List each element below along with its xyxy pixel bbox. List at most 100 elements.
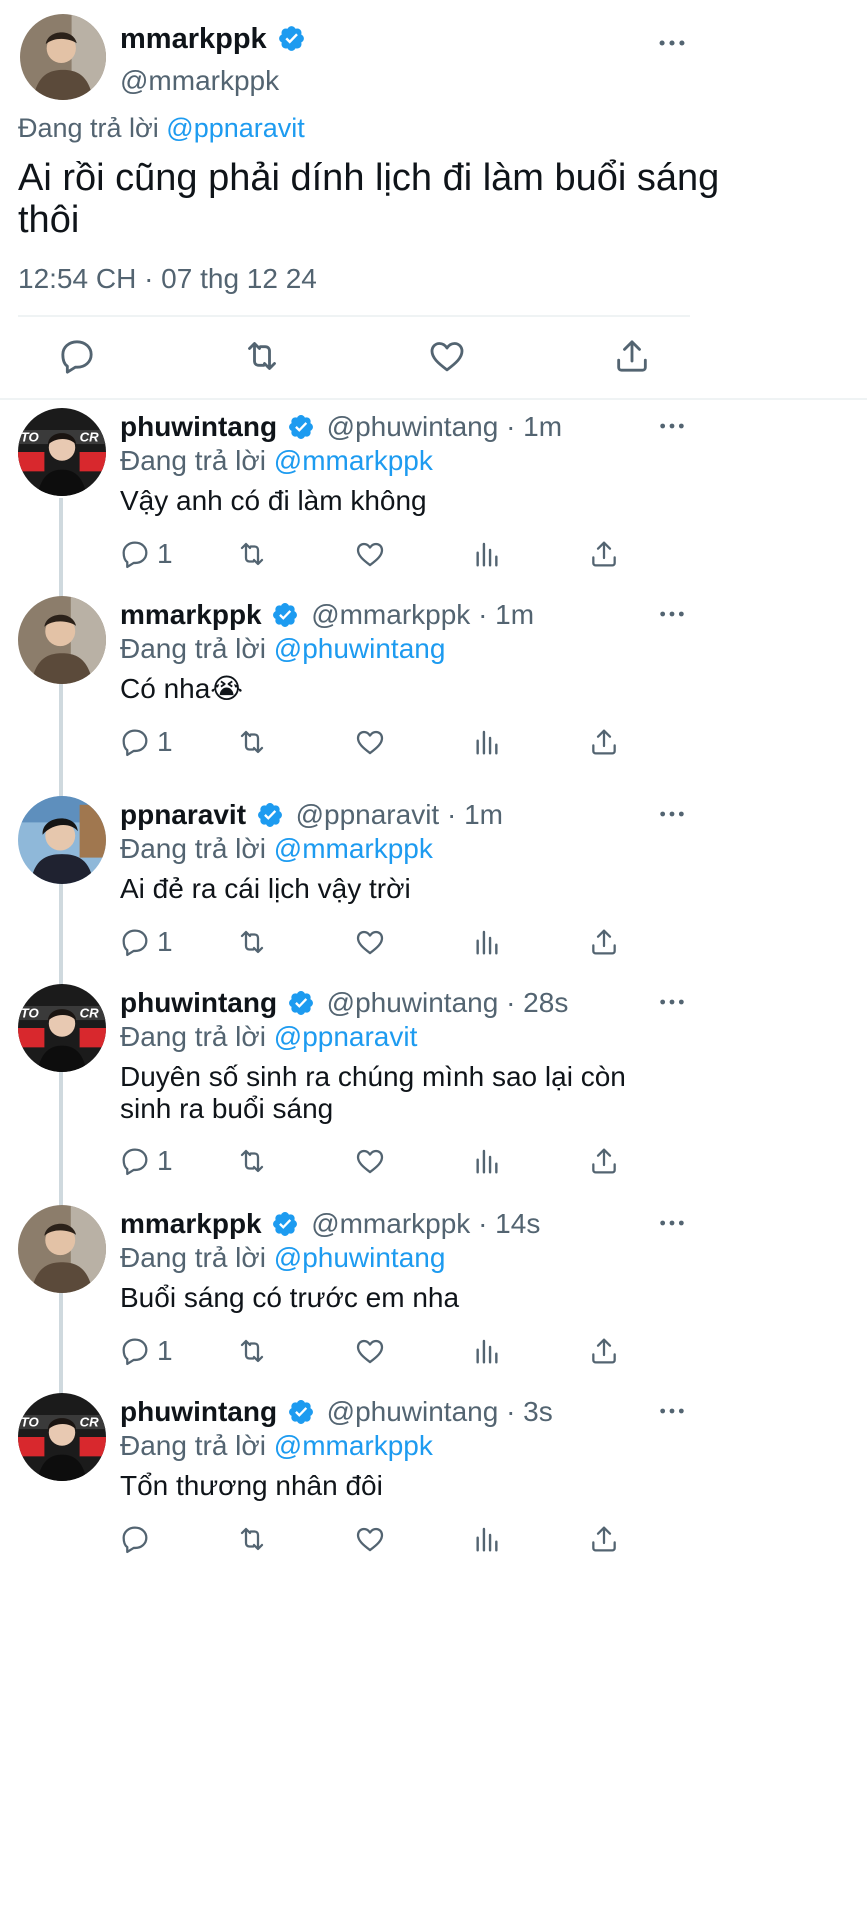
avatar[interactable] xyxy=(18,596,106,684)
reply-icon[interactable] xyxy=(119,726,151,758)
author-name[interactable]: mmarkppk xyxy=(120,22,306,56)
verified-badge-icon xyxy=(277,24,306,53)
replying-to: Đang trả lời @mmarkppk xyxy=(120,445,433,476)
more-options-icon[interactable] xyxy=(656,1395,688,1427)
reply-count: 1 xyxy=(157,926,173,957)
retweet-icon[interactable] xyxy=(236,926,268,958)
reply-count: 1 xyxy=(157,1145,173,1176)
reply-icon[interactable] xyxy=(119,926,151,958)
more-options-icon[interactable] xyxy=(655,26,689,60)
reply-action-bar: 1 xyxy=(0,1145,867,1181)
reply-icon[interactable] xyxy=(119,1523,151,1555)
verified-badge-icon xyxy=(287,413,315,441)
avatar[interactable] xyxy=(20,14,106,100)
author-name[interactable]: ppnaravit xyxy=(120,799,246,830)
reply-text: Vậy anh có đi làm không xyxy=(120,485,427,516)
like-icon[interactable] xyxy=(354,926,386,958)
retweet-icon[interactable] xyxy=(242,336,282,376)
handle-and-time[interactable]: @mmarkppk · 1m xyxy=(311,599,534,630)
more-options-icon[interactable] xyxy=(656,986,688,1018)
reply-to-link[interactable]: @phuwintang xyxy=(274,1242,446,1273)
share-icon[interactable] xyxy=(588,1145,620,1177)
reply-header: phuwintang @phuwintang · 28s xyxy=(120,986,568,1020)
tweet-text: Ai rồi cũng phải dính lịch đi làm buổi s… xyxy=(18,157,720,241)
share-icon[interactable] xyxy=(612,336,652,376)
reply-text: Có nha😭 xyxy=(120,673,244,704)
avatar[interactable] xyxy=(18,796,106,884)
avatar[interactable] xyxy=(18,1393,106,1481)
handle-and-time[interactable]: @ppnaravit · 1m xyxy=(296,799,503,830)
author-name[interactable]: phuwintang xyxy=(120,1396,277,1427)
author-name[interactable]: phuwintang xyxy=(120,987,277,1018)
share-icon[interactable] xyxy=(588,1335,620,1367)
reply-text: Duyên số sinh ra chúng mình sao lại còn … xyxy=(120,1061,626,1124)
share-icon[interactable] xyxy=(588,538,620,570)
like-icon[interactable] xyxy=(354,1335,386,1367)
retweet-icon[interactable] xyxy=(236,1145,268,1177)
reply-action-bar: 1 xyxy=(0,726,867,762)
retweet-icon[interactable] xyxy=(236,1335,268,1367)
stats-icon[interactable] xyxy=(471,1145,503,1177)
reply-count: 1 xyxy=(157,538,173,569)
replying-to: Đang trả lời @phuwintang xyxy=(120,633,446,664)
replying-to: Đang trả lời @mmarkppk xyxy=(120,833,433,864)
verified-badge-icon xyxy=(287,989,315,1017)
stats-icon[interactable] xyxy=(471,926,503,958)
reply-header: ppnaravit @ppnaravit · 1m xyxy=(120,798,503,832)
avatar[interactable] xyxy=(18,1205,106,1293)
author-handle[interactable]: @mmarkppk xyxy=(120,64,279,98)
reply-to-link[interactable]: @mmarkppk xyxy=(274,1430,433,1461)
replying-to: Đang trả lời @mmarkppk xyxy=(120,1430,433,1461)
handle-and-time[interactable]: @phuwintang · 28s xyxy=(327,987,569,1018)
more-options-icon[interactable] xyxy=(656,798,688,830)
reply-to-link[interactable]: @phuwintang xyxy=(274,633,446,664)
like-icon[interactable] xyxy=(354,1145,386,1177)
author-name[interactable]: phuwintang xyxy=(120,411,277,442)
reply-to-link[interactable]: @ppnaravit xyxy=(166,113,304,143)
share-icon[interactable] xyxy=(588,726,620,758)
divider xyxy=(18,315,690,317)
replying-to: Đang trả lời @ppnaravit xyxy=(18,113,305,143)
handle-and-time[interactable]: @mmarkppk · 14s xyxy=(311,1208,540,1239)
share-icon[interactable] xyxy=(588,926,620,958)
avatar[interactable] xyxy=(18,984,106,1072)
reply-icon[interactable] xyxy=(119,1145,151,1177)
reply-icon[interactable] xyxy=(119,538,151,570)
more-options-icon[interactable] xyxy=(656,410,688,442)
reply-to-link[interactable]: @mmarkppk xyxy=(274,445,433,476)
stats-icon[interactable] xyxy=(471,726,503,758)
reply-action-bar: 1 xyxy=(0,538,867,574)
retweet-icon[interactable] xyxy=(236,1523,268,1555)
more-options-icon[interactable] xyxy=(656,1207,688,1239)
like-icon[interactable] xyxy=(354,538,386,570)
author-name[interactable]: mmarkppk xyxy=(120,1208,262,1239)
reply-count: 1 xyxy=(157,1335,173,1366)
retweet-icon[interactable] xyxy=(236,538,268,570)
retweet-icon[interactable] xyxy=(236,726,268,758)
reply-count: 1 xyxy=(157,726,173,757)
share-icon[interactable] xyxy=(588,1523,620,1555)
stats-icon[interactable] xyxy=(471,1523,503,1555)
section-divider xyxy=(0,398,867,400)
reply-header: mmarkppk @mmarkppk · 14s xyxy=(120,1207,540,1241)
verified-badge-icon xyxy=(287,1398,315,1426)
stats-icon[interactable] xyxy=(471,538,503,570)
like-icon[interactable] xyxy=(354,1523,386,1555)
tweet-timestamp[interactable]: 12:54 CH · 07 thg 12 24 xyxy=(18,262,317,296)
like-icon[interactable] xyxy=(427,336,467,376)
reply-to-link[interactable]: @mmarkppk xyxy=(274,833,433,864)
reply-icon[interactable] xyxy=(119,1335,151,1367)
reply-icon[interactable] xyxy=(57,336,97,376)
handle-and-time[interactable]: @phuwintang · 3s xyxy=(327,1396,553,1427)
replying-to: Đang trả lời @phuwintang xyxy=(120,1242,446,1273)
like-icon[interactable] xyxy=(354,726,386,758)
verified-badge-icon xyxy=(271,601,299,629)
more-options-icon[interactable] xyxy=(656,598,688,630)
reply-header: mmarkppk @mmarkppk · 1m xyxy=(120,598,534,632)
avatar[interactable] xyxy=(18,408,106,496)
handle-and-time[interactable]: @phuwintang · 1m xyxy=(327,411,562,442)
author-name[interactable]: mmarkppk xyxy=(120,599,262,630)
reply-to-link[interactable]: @ppnaravit xyxy=(274,1021,418,1052)
stats-icon[interactable] xyxy=(471,1335,503,1367)
reply-text: Tổn thương nhân đôi xyxy=(120,1470,383,1501)
